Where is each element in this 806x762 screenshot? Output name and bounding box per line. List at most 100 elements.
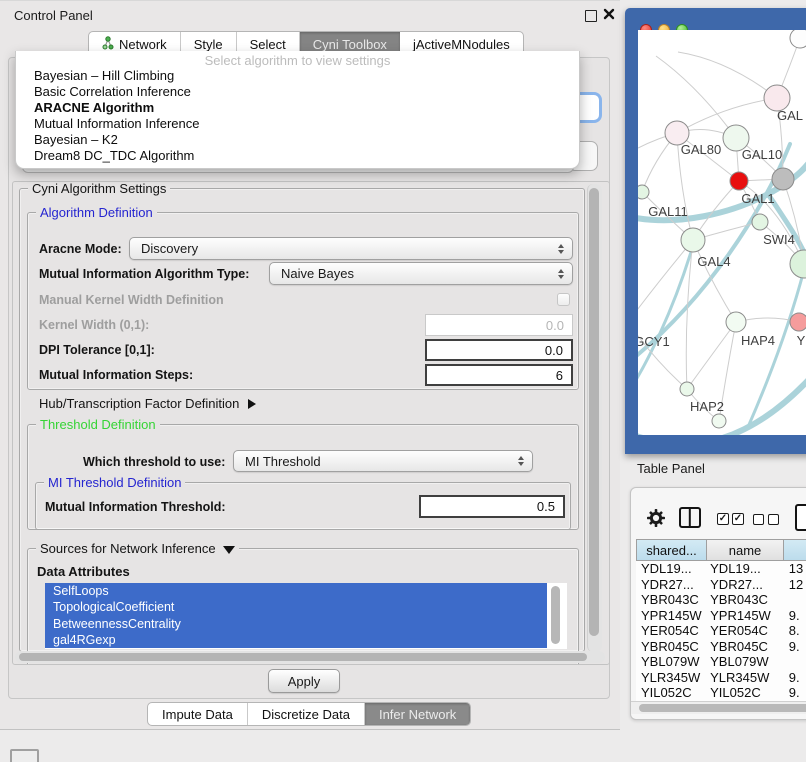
- network-node[interactable]: [712, 414, 726, 428]
- hub-factor-label: Hub/Transcription Factor Definition: [39, 396, 239, 411]
- split-columns-icon[interactable]: [679, 507, 701, 528]
- window-title: Control Panel: [14, 8, 93, 23]
- document-icon[interactable]: [795, 504, 806, 531]
- network-node-label: HAP2: [690, 399, 724, 414]
- table-row[interactable]: YLR345W YLR345W 9.: [636, 670, 806, 686]
- network-node[interactable]: [681, 228, 705, 252]
- cell-value: 9.: [781, 608, 806, 623]
- cell-shared-name: YLR345W: [636, 670, 706, 685]
- list-scrollbar-thumb[interactable]: [551, 586, 560, 644]
- dock-icon-partial[interactable]: [10, 749, 39, 762]
- attribute-list-item[interactable]: SelfLoops: [45, 583, 547, 599]
- table-row[interactable]: YBR045C YBR045C 9.: [636, 639, 806, 655]
- group-title: Threshold Definition: [36, 417, 160, 432]
- table-panel-window: ✓ ✓ shared... name YDL19... YDL19... 13 …: [630, 487, 806, 720]
- network-svg: GALGAL80GAL10GAL1SWI4GAL11GAL4GCY1HAP4YH…: [638, 30, 806, 435]
- mi-type-label: Mutual Information Algorithm Type:: [39, 267, 249, 281]
- apply-button[interactable]: Apply: [268, 669, 340, 693]
- network-edge: [678, 52, 777, 98]
- gear-icon[interactable]: [647, 509, 665, 530]
- network-node[interactable]: [638, 185, 649, 199]
- cell-name: YBL079W: [706, 654, 781, 669]
- hub-factor-expander[interactable]: Hub/Transcription Factor Definition: [39, 396, 256, 411]
- algorithm-option[interactable]: Bayesian – K2: [34, 132, 569, 148]
- mi-steps-field[interactable]: 6: [425, 364, 573, 386]
- tab-label: Infer Network: [379, 707, 456, 722]
- cell-name: YLR345W: [706, 670, 781, 685]
- table-row[interactable]: YER054C YER054C 8.: [636, 623, 806, 639]
- attribute-list-item[interactable]: BetweennessCentrality: [45, 616, 547, 632]
- table-body: YDL19... YDL19... 13 YDR27... YDR27... 1…: [636, 561, 806, 701]
- which-threshold-combo[interactable]: MI Threshold: [233, 450, 533, 472]
- network-node[interactable]: [790, 313, 806, 331]
- table-row[interactable]: YBR043C YBR043C: [636, 592, 806, 608]
- cell-shared-name: YER054C: [636, 623, 706, 638]
- unchecked-box-icon[interactable]: [768, 514, 779, 525]
- combo-value: MI Threshold: [245, 454, 321, 469]
- network-node-label: GAL80: [681, 142, 721, 157]
- settings-vertical-scrollbar-thumb[interactable]: [589, 188, 599, 636]
- expander-right-icon: [248, 399, 256, 409]
- algorithm-list: Bayesian – Hill Climbing Basic Correlati…: [34, 68, 569, 164]
- network-node-label: GAL11: [648, 204, 688, 219]
- combo-arrows-icon: [558, 244, 564, 254]
- aracne-mode-label: Aracne Mode:: [39, 242, 122, 256]
- algorithm-option[interactable]: Basic Correlation Inference: [34, 84, 569, 100]
- mi-threshold-field[interactable]: 0.5: [419, 495, 565, 518]
- table-horizontal-scrollbar[interactable]: [631, 701, 806, 714]
- screen: Control Panel Network Style Select Cyni …: [0, 0, 806, 762]
- checked-box-icon[interactable]: ✓: [732, 513, 744, 525]
- network-canvas[interactable]: GALGAL80GAL10GAL1SWI4GAL11GAL4GCY1HAP4YH…: [638, 30, 806, 435]
- network-edge: [677, 98, 777, 133]
- tab-label: Discretize Data: [262, 707, 350, 722]
- checked-box-icon[interactable]: ✓: [717, 513, 729, 525]
- cell-name: YDL19...: [706, 561, 781, 576]
- table-panel-title: Table Panel: [637, 461, 705, 476]
- network-node[interactable]: [726, 312, 746, 332]
- tab-discretize-data[interactable]: Discretize Data: [248, 703, 365, 725]
- table-horizontal-scrollbar-thumb[interactable]: [639, 704, 806, 712]
- column-header-clipped[interactable]: [784, 539, 806, 561]
- table-row[interactable]: YDR27... YDR27... 12: [636, 577, 806, 593]
- attribute-list-item[interactable]: gal4RGexp: [45, 632, 547, 648]
- column-header-shared-name[interactable]: shared...: [636, 539, 707, 561]
- unchecked-box-icon[interactable]: [753, 514, 764, 525]
- table-row[interactable]: YBL079W YBL079W: [636, 654, 806, 670]
- tab-impute-data[interactable]: Impute Data: [148, 703, 248, 725]
- cell-name: YBR045C: [706, 639, 781, 654]
- network-node[interactable]: [790, 30, 806, 48]
- float-window-icon[interactable]: [585, 10, 597, 22]
- network-node[interactable]: [790, 250, 806, 278]
- dpi-tolerance-field[interactable]: 0.0: [425, 339, 573, 361]
- network-node[interactable]: [680, 382, 694, 396]
- algorithm-option[interactable]: Bayesian – Hill Climbing: [34, 68, 569, 84]
- control-panel-window: Control Panel Network Style Select Cyni …: [0, 0, 620, 730]
- combo-arrows-icon: [518, 456, 524, 466]
- table-header-row: shared... name: [636, 539, 806, 561]
- cell-value: 13: [781, 561, 806, 576]
- cell-shared-name: YDR27...: [636, 577, 706, 592]
- tab-infer-network[interactable]: Infer Network: [365, 703, 470, 725]
- algorithm-option[interactable]: Mutual Information Inference: [34, 116, 569, 132]
- network-node-label: GAL10: [742, 147, 782, 162]
- attribute-list-item[interactable]: TopologicalCoefficient: [45, 599, 547, 615]
- tab-label: Network: [119, 37, 167, 52]
- settings-horizontal-scrollbar-thumb[interactable]: [19, 653, 587, 661]
- cell-value: 9.: [781, 685, 806, 700]
- algorithm-option[interactable]: ARACNE Algorithm: [34, 100, 569, 116]
- cell-name: YDR27...: [706, 577, 781, 592]
- network-node[interactable]: [752, 214, 768, 230]
- table-row[interactable]: YIL052C YIL052C 9.: [636, 685, 806, 701]
- table-row[interactable]: YPR145W YPR145W 9.: [636, 608, 806, 624]
- network-node[interactable]: [730, 172, 748, 190]
- algorithm-option[interactable]: Dream8 DC_TDC Algorithm: [34, 148, 569, 164]
- column-header-name[interactable]: name: [707, 539, 784, 561]
- manual-kernel-checkbox: [557, 293, 570, 306]
- mi-type-combo[interactable]: Naive Bayes: [269, 262, 573, 285]
- aracne-mode-combo[interactable]: Discovery: [129, 237, 573, 260]
- close-window-icon[interactable]: [603, 8, 615, 20]
- network-node[interactable]: [772, 168, 794, 190]
- cell-shared-name: YIL052C: [636, 685, 706, 700]
- table-row[interactable]: YDL19... YDL19... 13: [636, 561, 806, 577]
- data-attributes-list: SelfLoops TopologicalCoefficient Between…: [45, 583, 567, 649]
